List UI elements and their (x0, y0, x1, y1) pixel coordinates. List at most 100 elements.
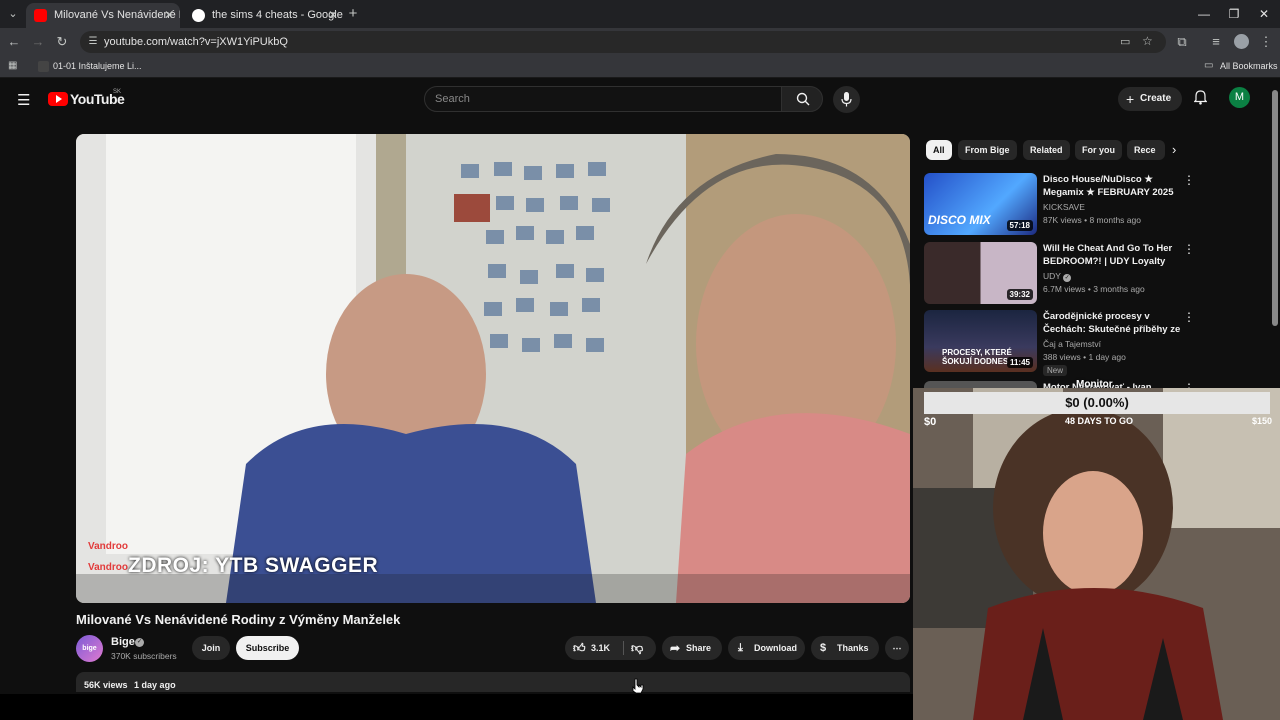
all-bookmarks-link[interactable]: All Bookmarks (1220, 61, 1278, 71)
recommendation-item[interactable]: PROCESY, KTERÉ ŠOKUJÍ DODNES 11:45 Čarod… (924, 310, 1270, 380)
thumbnail-text: DISCO MIX (928, 213, 991, 227)
forward-icon[interactable]: → (28, 32, 48, 52)
more-actions-icon[interactable]: ⋯ (885, 636, 909, 660)
reading-list-icon[interactable]: ≡ (1206, 32, 1226, 52)
thanks-label: Thanks (837, 643, 869, 653)
restore-button[interactable]: ❐ (1218, 0, 1250, 28)
verified-icon: ✓ (1063, 274, 1072, 282)
recommendation-title[interactable]: Čarodějnické procesy v Čechách: Skutečné… (1043, 310, 1181, 336)
upload-age: 1 day ago (134, 680, 176, 690)
create-label: Create (1140, 93, 1172, 104)
taskbar-strip (0, 694, 913, 720)
share-icon: ➦ (670, 641, 681, 655)
video-thumbnail[interactable]: 39:32 (924, 242, 1037, 304)
browser-tab-bar: ⌄ Milované Vs Nenávidené Rodin ✕ the sim… (0, 0, 1280, 28)
more-options-icon[interactable]: ⋮ (1183, 242, 1195, 256)
chip-for-you[interactable]: For you (1075, 140, 1122, 160)
site-info-icon[interactable]: ☰ (86, 35, 100, 49)
divider (623, 641, 624, 655)
webcam-feed (913, 388, 1280, 720)
like-count[interactable]: 3.1K (591, 636, 610, 660)
minimize-button[interactable]: — (1188, 0, 1220, 28)
chip-related[interactable]: Related (1023, 140, 1070, 160)
video-thumbnail[interactable]: DISCO MIX 57:18 (924, 173, 1037, 235)
new-tab-button[interactable]: + (344, 5, 362, 23)
video-player[interactable]: Vandroo Vandroo ZDROJ: YTB SWAGGER (76, 134, 910, 603)
chat-tag-1: Vandroo (88, 541, 129, 552)
thanks-button[interactable]: $ Thanks (811, 636, 879, 660)
chip-all[interactable]: All (926, 140, 952, 160)
more-options-icon[interactable]: ⋮ (1183, 310, 1195, 324)
description-box[interactable]: 56K views 1 day ago (76, 672, 910, 692)
voice-search-button[interactable] (833, 86, 860, 113)
create-button[interactable]: + Create (1118, 87, 1182, 111)
share-button[interactable]: ➦ Share (662, 636, 722, 660)
menu-icon[interactable]: ⋮ (1256, 32, 1276, 52)
account-avatar[interactable]: M (1229, 87, 1250, 108)
recommendation-meta: 87K views • 8 months ago (1043, 215, 1141, 225)
search-icon (796, 92, 810, 106)
recommendation-channel[interactable]: KICKSAVE (1043, 202, 1085, 212)
close-tab-icon[interactable]: ✕ (328, 3, 338, 28)
reload-icon[interactable]: ↻ (52, 32, 72, 52)
close-tab-icon[interactable]: ✕ (164, 3, 174, 28)
back-icon[interactable]: ← (4, 32, 24, 52)
google-favicon-icon (192, 9, 205, 22)
apps-grid-icon[interactable]: ▦ (8, 61, 18, 71)
recommendation-title[interactable]: Disco House/NuDisco ★ Megamix ★ FEBRUARY… (1043, 173, 1181, 199)
bookmark-star-icon[interactable]: ☆ (1142, 34, 1153, 48)
chevron-right-icon[interactable]: › (1172, 142, 1176, 157)
monitor-label: Monitor (1076, 379, 1113, 390)
duration-badge: 11:45 (1006, 357, 1033, 368)
browser-toolbar: ← → ↻ ☰ youtube.com/watch?v=jXW1YiPUkbQ … (0, 28, 1280, 56)
thumbs-down-icon[interactable]: 👎︎ (631, 636, 643, 660)
close-window-button[interactable]: ✕ (1248, 0, 1280, 28)
recommendation-meta: 388 views • 1 day ago (1043, 352, 1126, 362)
download-button[interactable]: ⤓ Download (728, 636, 805, 660)
tab-title: the sims 4 cheats - Google Sear (212, 9, 344, 21)
search-input[interactable]: Search (424, 86, 782, 112)
country-code: SK (113, 89, 122, 95)
tab-youtube[interactable]: Milované Vs Nenávidené Rodin ✕ (26, 3, 180, 28)
chip-from-bige[interactable]: From Bige (958, 140, 1017, 160)
recommendation-channel[interactable]: Čaj a Tajemství (1043, 339, 1101, 349)
recommendation-meta: 6.7M views • 3 months ago (1043, 284, 1145, 294)
recommendation-channel[interactable]: UDY ✓ (1043, 271, 1072, 282)
channel-name[interactable]: Bige (111, 636, 135, 648)
duration-badge: 39:32 (1006, 289, 1033, 300)
recommendation-item[interactable]: 39:32 Will He Cheat And Go To Her BEDROO… (924, 242, 1270, 306)
youtube-logo-icon[interactable] (48, 92, 68, 106)
url-text: youtube.com/watch?v=jXW1YiPUkbQ (104, 36, 288, 48)
tab-google[interactable]: the sims 4 cheats - Google Sear ✕ (184, 3, 344, 28)
subscribe-button[interactable]: Subscribe (236, 636, 299, 660)
bookmark-item[interactable]: 01-01 Inštalujeme Li... (53, 61, 142, 71)
notifications-bell-icon[interactable] (1193, 90, 1208, 110)
subscriber-count: 370K subscribers (111, 651, 177, 661)
verified-icon: ✓ (135, 638, 144, 647)
thanks-icon: $ (820, 642, 827, 654)
duration-badge: 57:18 (1006, 220, 1033, 231)
join-button[interactable]: Join (192, 636, 230, 660)
extensions-icon[interactable]: ⧉ (1172, 32, 1192, 52)
folder-icon: ▭ (1204, 60, 1214, 71)
video-thumbnail[interactable]: PROCESY, KTERÉ ŠOKUJÍ DODNES 11:45 (924, 310, 1037, 372)
address-bar[interactable]: ☰ youtube.com/watch?v=jXW1YiPUkbQ ▭ ☆ (80, 31, 1166, 53)
hamburger-menu-icon[interactable]: ☰ (17, 91, 30, 109)
goal-days-left: 48 DAYS TO GO (1065, 416, 1134, 426)
view-count: 56K views (84, 680, 128, 690)
share-label: Share (686, 643, 712, 653)
cast-icon[interactable]: ▭ (1120, 35, 1130, 48)
recommendation-item[interactable]: DISCO MIX 57:18 Disco House/NuDisco ★ Me… (924, 173, 1270, 237)
page-scrollbar[interactable] (1272, 90, 1278, 326)
channel-avatar[interactable]: bige (76, 635, 103, 662)
like-dislike-group: 👍︎ 3.1K 👎︎ (565, 636, 656, 660)
chip-recent[interactable]: Rece (1127, 140, 1165, 160)
tab-search-icon[interactable]: ⌄ (4, 5, 22, 23)
recommendation-title[interactable]: Will He Cheat And Go To Her BEDROOM?! | … (1043, 242, 1181, 268)
thumbs-up-icon[interactable]: 👍︎ (573, 636, 586, 660)
more-options-icon[interactable]: ⋮ (1183, 173, 1195, 187)
tab-title: Milované Vs Nenávidené Rodin (54, 9, 180, 21)
search-button[interactable] (781, 86, 823, 112)
webcam-overlay (913, 388, 1280, 720)
profile-avatar[interactable] (1234, 34, 1249, 49)
